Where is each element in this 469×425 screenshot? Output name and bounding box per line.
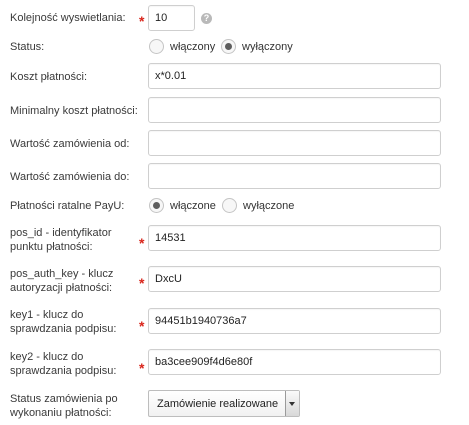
required-marker: * — [139, 235, 145, 251]
status-disabled-radio[interactable] — [221, 39, 236, 54]
status-enabled-radio[interactable] — [149, 39, 164, 54]
order-status-select[interactable]: Zamówienie realizowane — [148, 390, 300, 417]
required-marker: * — [139, 13, 145, 29]
pos-id-input[interactable] — [148, 225, 441, 251]
pos-auth-key-input[interactable] — [148, 266, 441, 292]
display-order-label: Kolejność wyswietlania: — [10, 12, 126, 24]
pos-id-label: pos_id - identyfikator punktu płatności: — [10, 227, 112, 253]
required-marker: * — [139, 318, 145, 334]
key1-input[interactable] — [148, 308, 441, 334]
order-status-after-payment-label: Status zamówienia po wykonaniu płatności… — [10, 393, 118, 419]
payu-installments-disabled-radio[interactable] — [222, 198, 237, 213]
status-enabled-label[interactable]: włączony — [170, 40, 215, 54]
payu-installments-enabled-label[interactable]: włączone — [170, 199, 216, 213]
order-status-select-value: Zamówienie realizowane — [157, 398, 279, 410]
required-marker: * — [139, 360, 145, 376]
key2-input[interactable] — [148, 349, 441, 375]
payu-installments-enabled-radio[interactable] — [149, 198, 164, 213]
display-order-input[interactable] — [148, 5, 195, 31]
status-label: Status: — [10, 41, 45, 53]
payment-cost-input[interactable] — [148, 63, 441, 89]
pos-auth-key-label: pos_auth_key - klucz autoryzacji płatnoś… — [10, 268, 114, 294]
key2-label: key2 - klucz do sprawdzania podpisu: — [10, 351, 117, 377]
help-icon[interactable]: ? — [201, 13, 212, 24]
status-disabled-label[interactable]: wyłączony — [242, 40, 293, 54]
required-marker: * — [139, 275, 145, 291]
payu-installments-label: Płatności ratalne PayU: — [10, 200, 125, 212]
key1-label: key1 - klucz do sprawdzania podpisu: — [10, 309, 117, 335]
order-value-from-input[interactable] — [148, 130, 441, 156]
order-value-to-input[interactable] — [148, 163, 441, 189]
payu-installments-disabled-label[interactable]: wyłączone — [243, 199, 294, 213]
order-value-from-label: Wartość zamówienia od: — [10, 138, 130, 150]
order-value-to-label: Wartość zamówienia do: — [10, 171, 130, 183]
min-payment-cost-label: Minimalny koszt płatności: — [10, 105, 138, 117]
payment-cost-label: Koszt płatności: — [10, 71, 88, 83]
chevron-down-icon[interactable] — [285, 391, 299, 416]
min-payment-cost-input[interactable] — [148, 97, 441, 123]
